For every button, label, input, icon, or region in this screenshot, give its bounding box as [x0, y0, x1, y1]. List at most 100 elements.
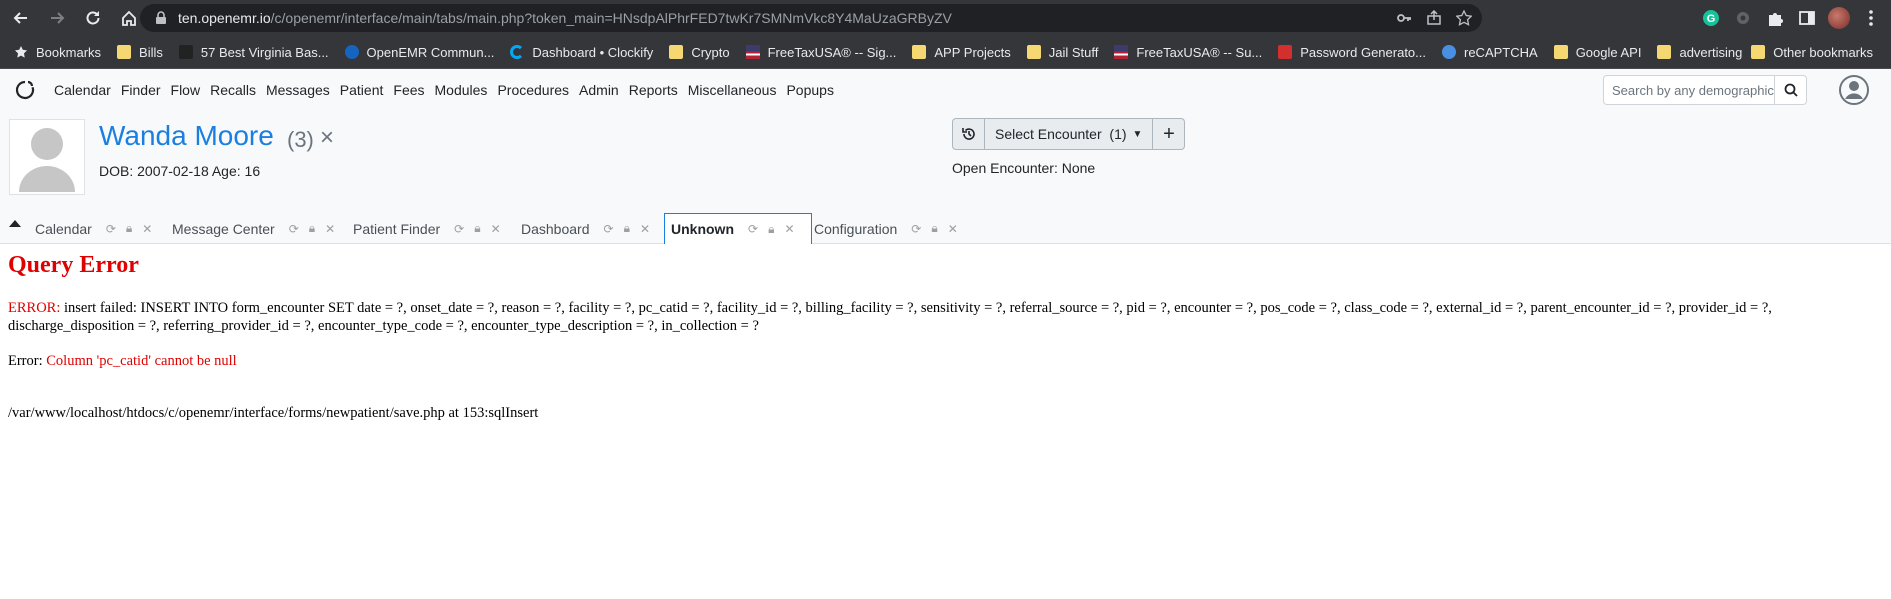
patient-search-input[interactable]: Search by any demographics: [1603, 75, 1775, 105]
encounter-history-button[interactable]: [952, 118, 985, 150]
menu-popups[interactable]: Popups: [786, 82, 833, 98]
refresh-icon[interactable]: ⟳: [911, 222, 921, 236]
flag-icon: [745, 45, 760, 59]
bookmark-item[interactable]: Bookmarks: [6, 39, 109, 65]
other-bookmarks[interactable]: Other bookmarks: [1743, 39, 1881, 65]
folder-icon: [117, 45, 132, 59]
refresh-icon[interactable]: ⟳: [289, 222, 299, 236]
extension-gear-icon[interactable]: [1732, 7, 1754, 29]
site-icon: [344, 45, 359, 59]
reload-icon[interactable]: [78, 3, 108, 33]
tab-unknown[interactable]: Unknown ⟳ 🔒︎ ✕: [664, 213, 812, 245]
tab-patient-finder[interactable]: Patient Finder ⟳ 🔒︎ ✕: [347, 213, 517, 244]
site-icon: [1442, 45, 1456, 59]
bookmark-item[interactable]: Password Generato...: [1270, 39, 1434, 65]
search-button[interactable]: [1775, 75, 1807, 105]
folder-icon: [1751, 45, 1766, 59]
back-icon[interactable]: [6, 3, 36, 33]
menu-miscellaneous[interactable]: Miscellaneous: [688, 82, 777, 98]
error2-message: Column 'pc_catid' cannot be null: [46, 353, 237, 369]
share-icon[interactable]: [1426, 10, 1442, 26]
tab-message-center[interactable]: Message Center ⟳ 🔒︎ ✕: [166, 213, 351, 244]
bookmark-item[interactable]: reCAPTCHA: [1434, 39, 1546, 65]
bookmark-item[interactable]: Google API: [1546, 39, 1650, 65]
close-icon[interactable]: ✕: [325, 222, 335, 236]
error-sql: insert failed: INSERT INTO form_encounte…: [8, 300, 1772, 334]
close-icon[interactable]: ✕: [948, 222, 958, 236]
error-detail: Error: Column 'pc_catid' cannot be null: [8, 353, 237, 370]
refresh-icon[interactable]: ⟳: [748, 222, 758, 236]
lock-icon[interactable]: 🔒︎: [624, 221, 630, 236]
lock-icon[interactable]: 🔒︎: [126, 221, 132, 236]
key-icon[interactable]: [1396, 10, 1412, 26]
main-menu: Calendar Finder Flow Recalls Messages Pa…: [0, 69, 1891, 111]
error-message: ERROR: insert failed: INSERT INTO form_e…: [8, 299, 1868, 335]
bookmark-item[interactable]: Dashboard • Clockify: [502, 39, 661, 65]
lock-icon[interactable]: 🔒︎: [474, 221, 480, 236]
refresh-icon[interactable]: ⟳: [454, 222, 464, 236]
caret-down-icon: ▼: [1132, 128, 1143, 140]
menu-flow[interactable]: Flow: [171, 82, 201, 98]
tab-configuration[interactable]: Configuration ⟳ 🔒︎ ✕: [808, 213, 974, 244]
bookmark-item[interactable]: Jail Stuff: [1019, 39, 1107, 65]
close-patient-icon[interactable]: ×: [320, 124, 334, 152]
flag-icon: [1114, 45, 1129, 59]
grammarly-icon[interactable]: G: [1700, 7, 1722, 29]
close-icon[interactable]: ✕: [142, 222, 152, 236]
refresh-icon[interactable]: ⟳: [106, 222, 116, 236]
browser-toolbar: ten.openemr.io/c/openemr/interface/main/…: [0, 0, 1891, 36]
menu-recalls[interactable]: Recalls: [210, 82, 256, 98]
tab-calendar[interactable]: Calendar ⟳ 🔒︎ ✕: [29, 213, 168, 244]
bookmark-item[interactable]: 57 Best Virginia Bas...: [171, 39, 337, 65]
menu-procedures[interactable]: Procedures: [497, 82, 569, 98]
bookmark-item[interactable]: FreeTaxUSA® -- Sig...: [738, 39, 905, 65]
bookmark-item[interactable]: Bills: [109, 39, 171, 65]
address-bar[interactable]: ten.openemr.io/c/openemr/interface/main/…: [140, 4, 1482, 32]
lock-icon[interactable]: 🔒︎: [931, 221, 937, 236]
menu-calendar[interactable]: Calendar: [54, 82, 111, 98]
star-icon: [15, 46, 27, 58]
patient-id: (3): [287, 127, 314, 152]
close-icon[interactable]: ✕: [491, 222, 501, 236]
bookmark-item[interactable]: Crypto: [661, 39, 737, 65]
puzzle-icon[interactable]: [1764, 7, 1786, 29]
tab-dashboard[interactable]: Dashboard ⟳ 🔒︎ ✕: [515, 213, 666, 244]
menu-modules[interactable]: Modules: [435, 82, 488, 98]
bookmark-item[interactable]: APP Projects: [904, 39, 1018, 65]
menu-reports[interactable]: Reports: [629, 82, 678, 98]
folder-icon: [669, 45, 684, 59]
lock-icon: [156, 11, 166, 24]
menu-messages[interactable]: Messages: [266, 82, 330, 98]
menu-fees[interactable]: Fees: [393, 82, 424, 98]
bookmark-star-icon[interactable]: [1456, 10, 1472, 26]
bookmark-item[interactable]: advertising: [1649, 39, 1750, 65]
lock-icon[interactable]: 🔒︎: [768, 222, 774, 237]
profile-avatar[interactable]: [1828, 7, 1850, 29]
tab-content-frame: Query Error ERROR: insert failed: INSERT…: [0, 244, 1891, 599]
sidepanel-icon[interactable]: [1796, 7, 1818, 29]
site-icon: [1278, 45, 1293, 59]
patient-photo: [9, 119, 85, 195]
menu-finder[interactable]: Finder: [121, 82, 161, 98]
bookmarks-bar: Bookmarks Bills 57 Best Virginia Bas... …: [0, 36, 1891, 69]
menu-patient[interactable]: Patient: [340, 82, 384, 98]
select-encounter-dropdown[interactable]: Select Encounter (1) ▼: [985, 118, 1154, 150]
close-icon[interactable]: ✕: [640, 222, 650, 236]
patient-dob: DOB: 2007-02-18 Age: 16: [99, 163, 261, 179]
bookmark-item[interactable]: OpenEMR Commun...: [337, 39, 503, 65]
svg-text:G: G: [1707, 13, 1716, 25]
kebab-menu-icon[interactable]: [1860, 7, 1882, 29]
close-icon[interactable]: ✕: [784, 222, 794, 236]
openemr-logo-icon[interactable]: [14, 79, 36, 101]
forward-icon[interactable]: [42, 3, 72, 33]
lock-icon[interactable]: 🔒︎: [309, 221, 315, 236]
history-icon: [961, 128, 975, 140]
folder-icon: [1553, 45, 1568, 59]
patient-name[interactable]: Wanda Moore: [99, 120, 274, 152]
add-encounter-button[interactable]: +: [1153, 118, 1186, 150]
menu-admin[interactable]: Admin: [579, 82, 619, 98]
refresh-icon[interactable]: ⟳: [604, 222, 614, 236]
collapse-header-icon[interactable]: [8, 218, 22, 228]
user-account-icon[interactable]: [1838, 74, 1870, 106]
bookmark-item[interactable]: FreeTaxUSA® -- Su...: [1106, 39, 1270, 65]
